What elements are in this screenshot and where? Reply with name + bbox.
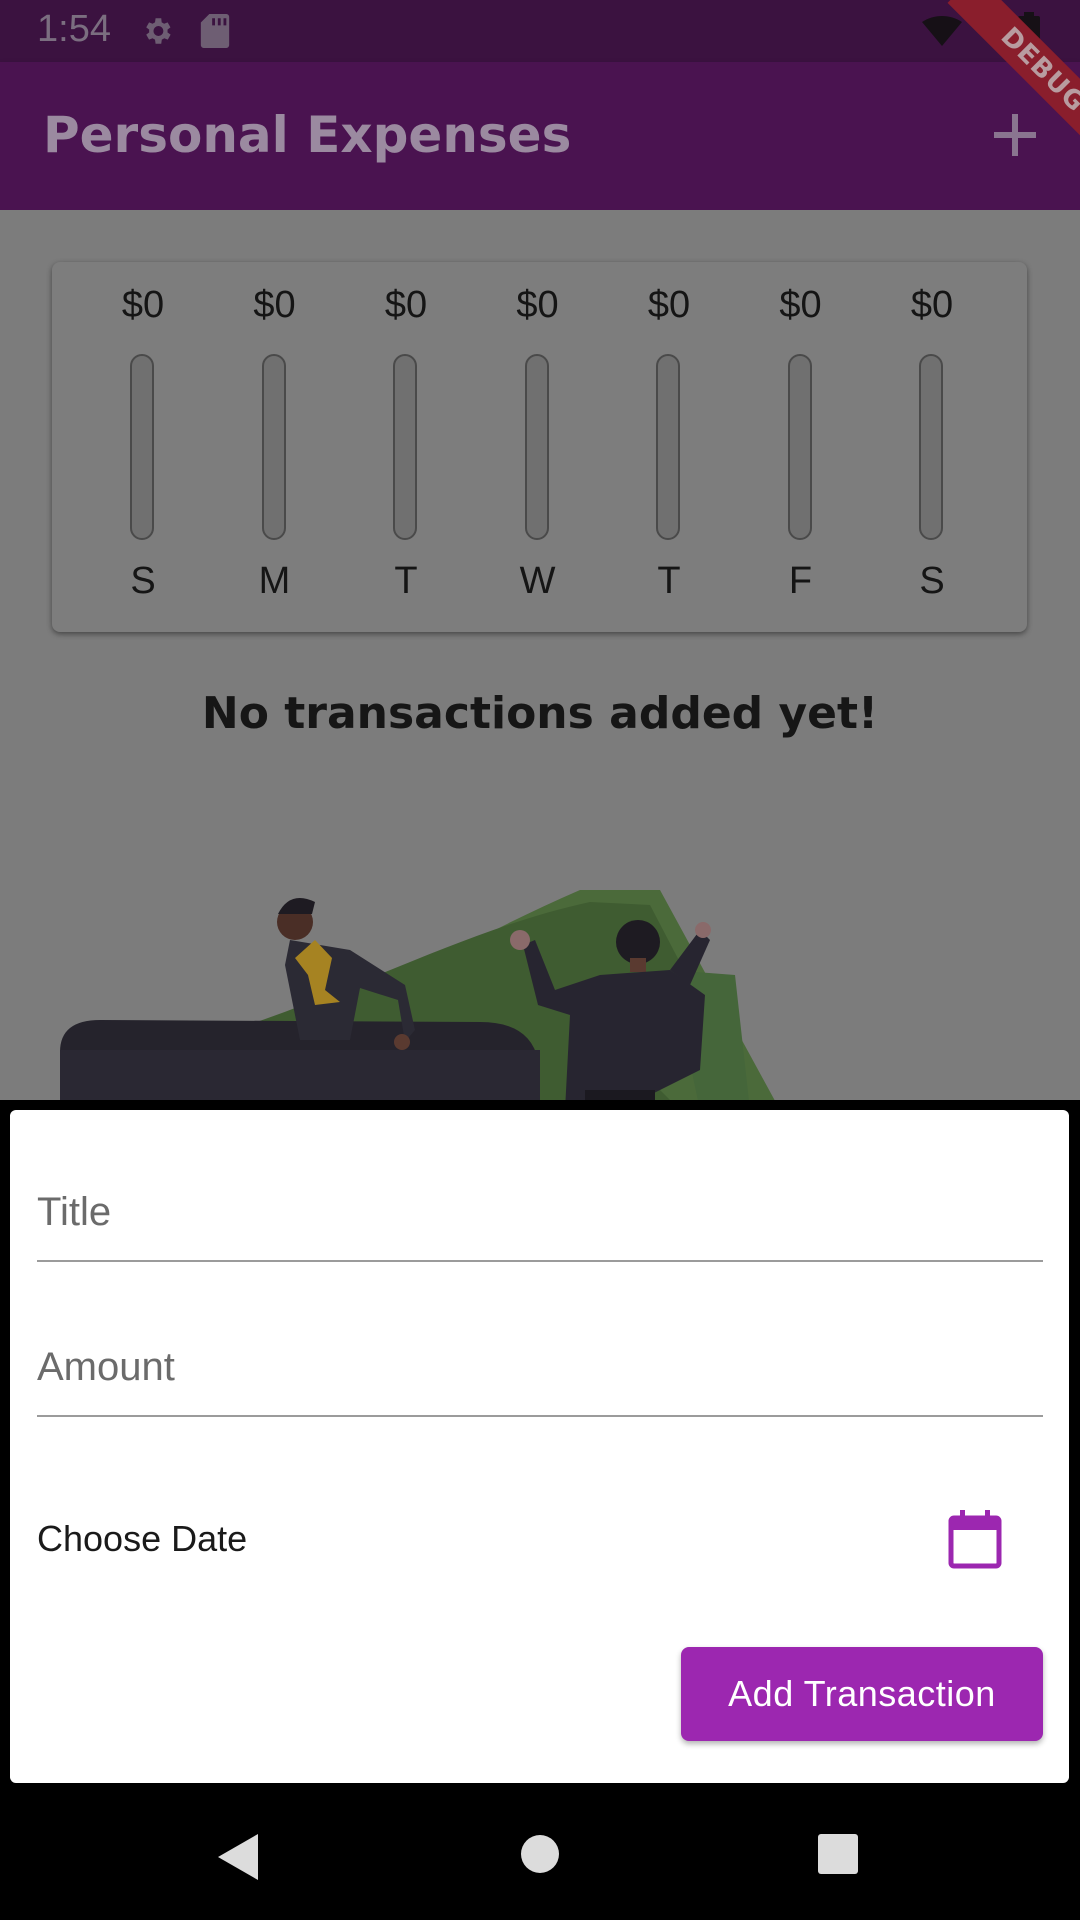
recents-icon[interactable]: [818, 1834, 858, 1874]
bar-day-label: S: [919, 560, 945, 602]
choose-date-label: Choose Date: [37, 1518, 248, 1559]
bar-track: [393, 354, 417, 540]
chart-bar-5: $0 F: [746, 262, 856, 632]
app-bar: Personal Expenses: [0, 62, 1080, 210]
bar-track: [130, 354, 154, 540]
add-transaction-button[interactable]: Add Transaction: [681, 1647, 1043, 1741]
bar-amount: $0: [384, 284, 428, 326]
title-field[interactable]: [37, 1150, 1043, 1262]
bar-day-label: F: [788, 560, 813, 602]
amount-field[interactable]: [37, 1305, 1043, 1417]
bar-amount: $0: [253, 284, 296, 326]
bar-track: [524, 354, 549, 540]
bar-day-label: W: [519, 560, 556, 602]
bar-track: [787, 354, 812, 540]
chart-bar-6: $0 S: [877, 262, 987, 632]
calendar-icon[interactable]: [943, 1508, 1007, 1572]
system-nav-bar: [0, 1794, 1080, 1920]
bar-amount: $0: [779, 284, 822, 326]
bar-track: [919, 354, 943, 540]
chart-bar-0: $0 S: [88, 262, 198, 632]
bar-day-label: S: [130, 560, 156, 602]
status-time: 1:54: [37, 8, 111, 50]
bar-amount: $0: [121, 284, 165, 326]
empty-state-message: No transactions added yet!: [201, 688, 879, 739]
back-icon[interactable]: [218, 1834, 258, 1880]
bar-day-label: M: [258, 560, 291, 602]
bar-day-label: T: [657, 560, 681, 602]
date-row: Choose Date: [37, 1508, 1043, 1578]
app-title: Personal Expenses: [43, 106, 572, 164]
bar-track: [656, 354, 680, 540]
main-content: $0 S $0 M $0 T $0 W $0 T $0 F $0 S No transactions ad…: [0, 210, 1080, 1100]
new-transaction-sheet: Choose Date Add Transaction: [10, 1110, 1069, 1783]
amount-input[interactable]: [37, 1345, 1043, 1390]
chart-bar-1: $0 M: [220, 262, 330, 632]
bar-day-label: T: [394, 560, 418, 602]
bar-track: [261, 354, 286, 540]
bar-amount: $0: [516, 284, 559, 326]
bar-amount: $0: [910, 284, 954, 326]
settings-icon: [146, 18, 171, 44]
weekly-chart: $0 S $0 M $0 T $0 W $0 T $0 F $0 S: [52, 262, 1027, 632]
debug-label: DEBUG: [947, 0, 1080, 160]
title-input[interactable]: [37, 1190, 1043, 1235]
status-bar: 1:54: [0, 0, 1080, 62]
chart-bar-3: $0 W: [483, 262, 593, 632]
chart-bar-2: $0 T: [351, 262, 461, 632]
sd-card-icon: [200, 14, 230, 48]
chart-bar-4: $0 T: [614, 262, 724, 632]
money-illustration: [60, 890, 775, 1100]
home-icon[interactable]: [520, 1834, 560, 1874]
debug-banner: DEBUG: [920, 0, 1080, 160]
bar-amount: $0: [647, 284, 691, 326]
